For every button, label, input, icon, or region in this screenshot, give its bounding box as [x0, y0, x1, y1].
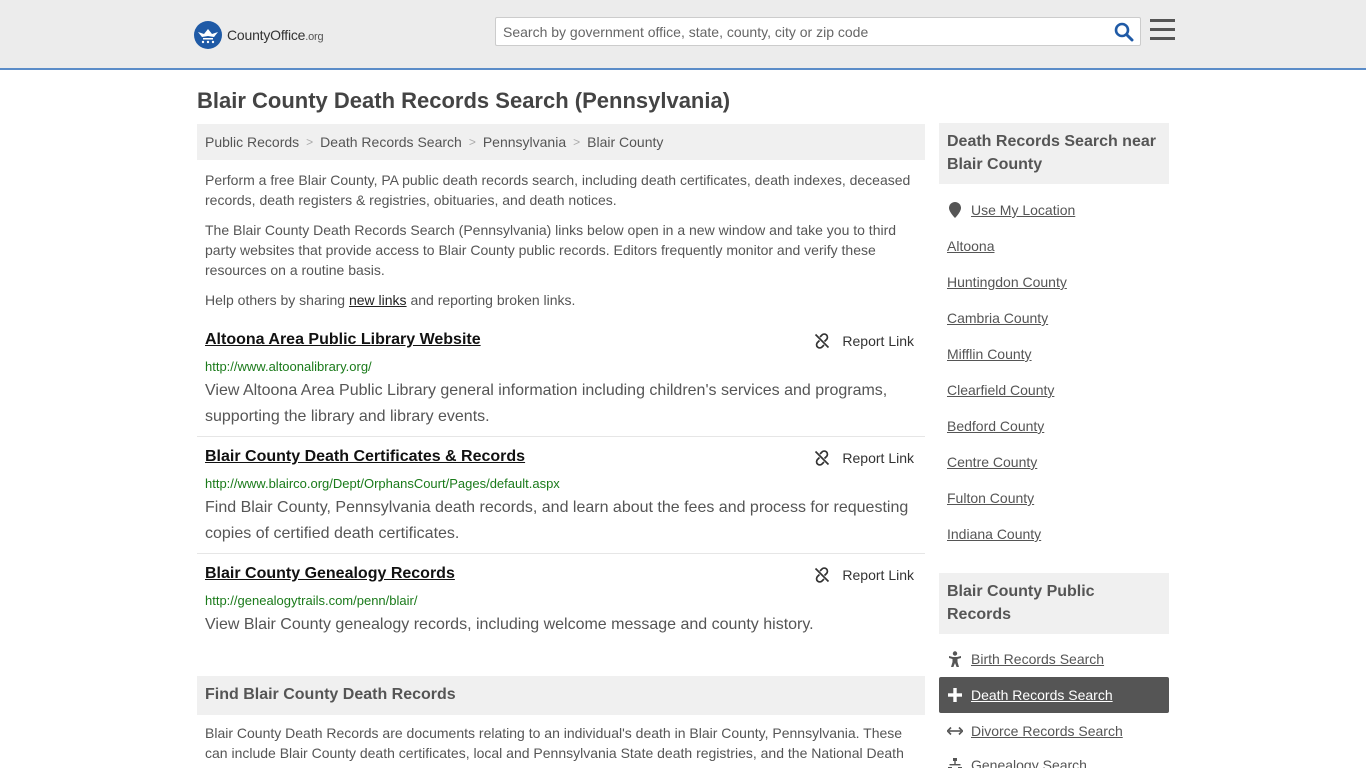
report-link-button[interactable]: Report Link: [814, 450, 914, 466]
new-links-link[interactable]: new links: [349, 292, 407, 308]
report-link-button[interactable]: Report Link: [814, 567, 914, 583]
nearby-link-bedford[interactable]: Bedford County: [947, 418, 1044, 434]
result-item: Blair County Genealogy Records Report Li…: [197, 565, 925, 645]
report-link-label: Report Link: [842, 567, 914, 583]
divorce-records-link[interactable]: Divorce Records Search: [947, 723, 1123, 739]
site-header: CountyOffice.org: [0, 0, 1366, 70]
share-paragraph: Help others by sharing new links and rep…: [205, 290, 917, 310]
result-item: Blair County Death Certificates & Record…: [197, 448, 925, 554]
result-description: View Altoona Area Public Library general…: [205, 382, 888, 425]
result-url: http://genealogytrails.com/penn/blair/: [205, 593, 418, 608]
death-records-link-active[interactable]: Death Records Search: [939, 677, 1169, 713]
result-item: Altoona Area Public Library Website Repo…: [197, 331, 925, 437]
report-link-label: Report Link: [842, 450, 914, 466]
result-title-link[interactable]: Altoona Area Public Library Website: [205, 331, 481, 349]
disclaimer-paragraph: The Blair County Death Records Search (P…: [205, 222, 897, 278]
birth-records-link[interactable]: Birth Records Search: [947, 651, 1104, 667]
site-logo[interactable]: CountyOffice.org: [194, 21, 324, 49]
death-records-label: Death Records Search: [971, 687, 1113, 703]
arrows-horizontal-icon: [947, 723, 963, 739]
hamburger-icon: [1150, 19, 1175, 22]
nearby-heading: Death Records Search near Blair County: [939, 123, 1169, 184]
use-my-location-label: Use My Location: [971, 202, 1076, 218]
genealogy-search-label: Genealogy Search: [971, 757, 1087, 768]
logo-eagle-icon: [194, 21, 222, 49]
breadcrumb-separator: >: [468, 135, 476, 149]
share-text: Help others by sharing: [205, 292, 349, 308]
cross-icon: [947, 687, 963, 703]
breadcrumb-separator: >: [573, 135, 581, 149]
result-url: http://www.blairco.org/Dept/OrphansCourt…: [205, 476, 560, 491]
search-input[interactable]: [503, 22, 1103, 42]
broken-link-icon: [815, 450, 830, 466]
use-my-location-link[interactable]: Use My Location: [947, 202, 1075, 218]
nearby-link-clearfield[interactable]: Clearfield County: [947, 382, 1054, 398]
birth-records-label: Birth Records Search: [971, 651, 1105, 667]
breadcrumb-separator: >: [306, 135, 314, 149]
page-title: Blair County Death Records Search (Penns…: [197, 88, 731, 113]
result-url: http://www.altoonalibrary.org/: [205, 359, 372, 374]
logo-main: CountyOffice: [227, 27, 306, 43]
search-icon: [1114, 22, 1134, 42]
divorce-records-label: Divorce Records Search: [971, 723, 1123, 739]
find-section-text: Blair County Death Records are documents…: [205, 725, 904, 761]
nearby-link-fulton[interactable]: Fulton County: [947, 490, 1034, 506]
report-link-label: Report Link: [842, 333, 914, 349]
broken-link-icon: [815, 567, 830, 583]
nearby-link-huntingdon[interactable]: Huntingdon County: [947, 274, 1067, 290]
child-icon: [947, 651, 963, 667]
result-title-link[interactable]: Blair County Genealogy Records: [205, 565, 455, 583]
result-title-link[interactable]: Blair County Death Certificates & Record…: [205, 448, 525, 466]
nearby-link-mifflin[interactable]: Mifflin County: [947, 346, 1032, 362]
logo-text: CountyOffice.org: [227, 27, 324, 43]
nearby-link-centre[interactable]: Centre County: [947, 454, 1037, 470]
find-section-heading: Find Blair County Death Records: [197, 676, 925, 715]
breadcrumb: Public Records > Death Records Search > …: [197, 124, 925, 160]
breadcrumb-item[interactable]: Death Records Search: [320, 134, 462, 150]
genealogy-search-link[interactable]: Genealogy Search: [947, 757, 1087, 768]
search-bar: [495, 17, 1141, 46]
menu-button[interactable]: [1150, 18, 1175, 42]
result-description: Find Blair County, Pennsylvania death re…: [205, 499, 909, 542]
public-records-heading: Blair County Public Records: [939, 573, 1169, 634]
map-pin-icon: [947, 202, 963, 218]
intro-paragraph: Perform a free Blair County, PA public d…: [205, 172, 911, 208]
breadcrumb-item[interactable]: Pennsylvania: [483, 134, 566, 150]
report-link-button[interactable]: Report Link: [814, 333, 914, 349]
breadcrumb-current: Blair County: [587, 134, 664, 150]
share-text-after: and reporting broken links.: [406, 292, 576, 308]
result-description: View Blair County genealogy records, inc…: [205, 616, 814, 633]
broken-link-icon: [815, 333, 830, 349]
search-button[interactable]: [1114, 22, 1134, 42]
nearby-link-indiana[interactable]: Indiana County: [947, 526, 1041, 542]
breadcrumb-item[interactable]: Public Records: [205, 134, 299, 150]
nearby-link-altoona[interactable]: Altoona: [947, 238, 994, 254]
nearby-link-cambria[interactable]: Cambria County: [947, 310, 1048, 326]
logo-tld: .org: [305, 31, 324, 43]
tree-icon: [947, 757, 963, 768]
